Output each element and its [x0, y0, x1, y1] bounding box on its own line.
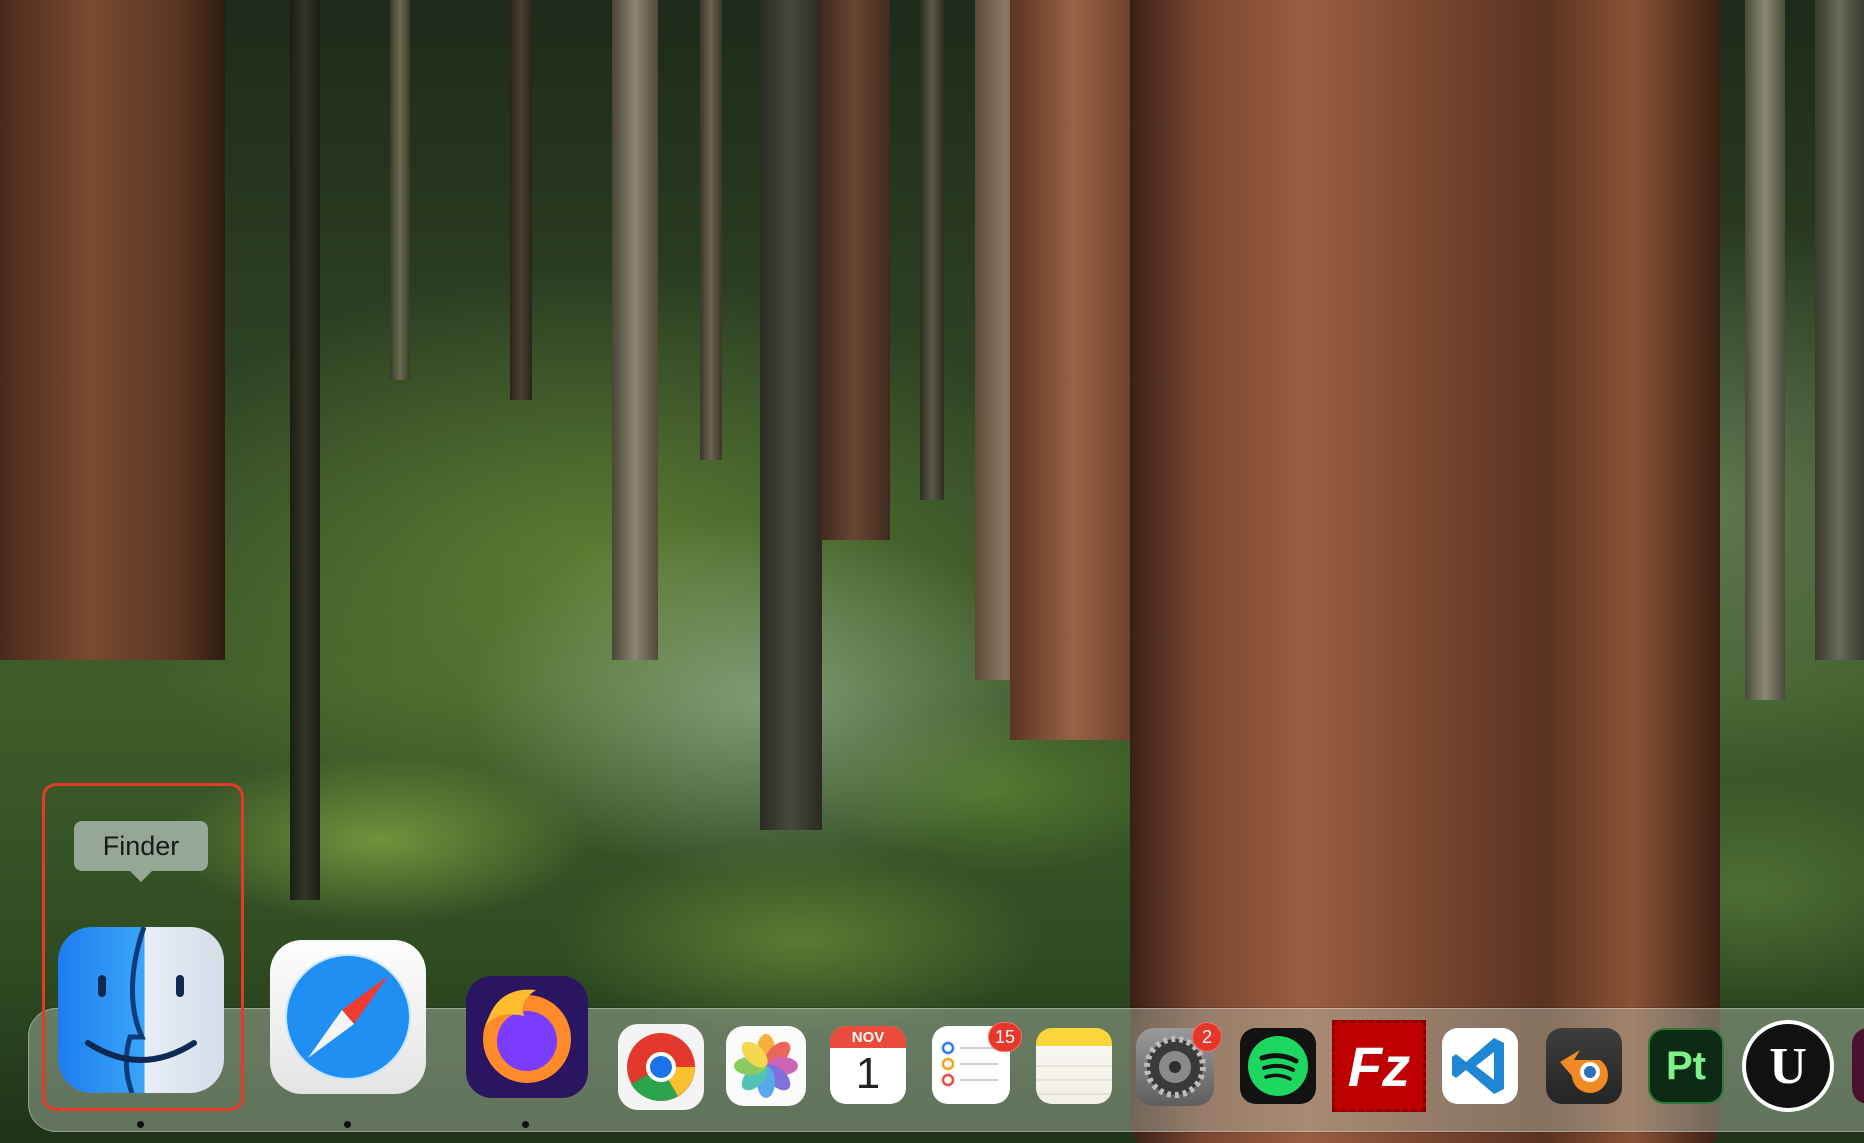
calendar-day: 1 — [855, 1049, 881, 1098]
filezilla-icon: Fz — [1332, 1020, 1426, 1112]
vscode-icon — [1442, 1028, 1518, 1104]
firefox-icon — [466, 976, 588, 1098]
tree-trunk — [1130, 0, 1720, 1143]
tree-trunk — [390, 0, 410, 380]
tree-trunk — [700, 0, 722, 460]
dock-item-safari[interactable] — [270, 940, 426, 1094]
notes-icon — [1036, 1028, 1112, 1104]
blender-icon — [1546, 1028, 1622, 1104]
dock-item-filezilla[interactable]: Fz — [1332, 1020, 1426, 1112]
dock-item-chrome[interactable] — [618, 1024, 704, 1110]
painter-glyph: Pt — [1666, 1043, 1706, 1088]
notification-badge: 2 — [1192, 1022, 1222, 1052]
dock-item-blender[interactable] — [1546, 1028, 1622, 1104]
dock-item-painter[interactable]: Pt — [1648, 1028, 1724, 1104]
painter-icon: Pt — [1648, 1028, 1724, 1104]
calendar-icon: NOV 1 — [830, 1026, 906, 1104]
dock-item-vscode[interactable] — [1442, 1028, 1518, 1104]
filezilla-glyph: Fz — [1347, 1034, 1411, 1098]
spotify-icon — [1240, 1028, 1316, 1104]
tree-trunk — [1745, 0, 1785, 700]
dock-item-notes[interactable] — [1036, 1028, 1112, 1104]
tree-trunk — [820, 0, 890, 540]
dock-item-firefox[interactable] — [466, 976, 588, 1098]
unreal-icon: U — [1742, 1020, 1834, 1112]
photos-icon — [726, 1026, 806, 1106]
highlight-box — [42, 783, 244, 1111]
dock-item-photos[interactable] — [726, 1026, 806, 1106]
tree-trunk — [612, 0, 658, 660]
tree-trunk — [920, 0, 944, 500]
tree-trunk — [760, 0, 822, 830]
running-indicator — [137, 1121, 144, 1128]
running-indicator — [344, 1121, 351, 1128]
dock-item-calendar[interactable]: NOV 1 — [830, 1026, 906, 1104]
tree-trunk — [1815, 0, 1864, 660]
dock-item-partial[interactable] — [1852, 1028, 1864, 1104]
app-icon — [1852, 1028, 1864, 1104]
tree-trunk — [510, 0, 532, 400]
running-indicator — [522, 1121, 529, 1128]
dock-item-spotify[interactable] — [1240, 1028, 1316, 1104]
chrome-icon — [618, 1024, 704, 1110]
notification-badge: 15 — [988, 1022, 1023, 1052]
safari-icon — [270, 940, 426, 1094]
dock-item-unreal[interactable]: U — [1742, 1020, 1834, 1112]
tree-trunk — [0, 0, 225, 660]
unreal-glyph: U — [1769, 1037, 1807, 1095]
calendar-month: NOV — [830, 1026, 906, 1048]
tree-trunk — [290, 0, 320, 900]
